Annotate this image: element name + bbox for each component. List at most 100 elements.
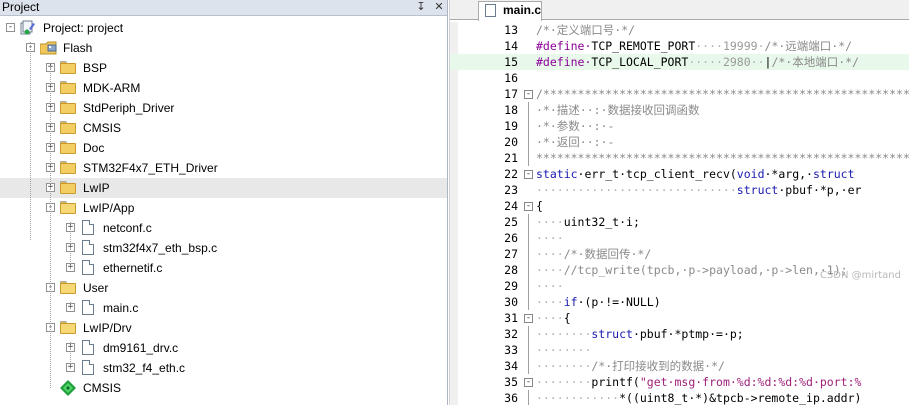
pin-icon[interactable]: ↧	[414, 0, 428, 14]
code-area[interactable]: 13/*·定义端口号·*/14 #define·TCP_REMOTE_PORT··…	[450, 22, 909, 405]
tree-item-stdperiph-driver[interactable]: + StdPeriph_Driver	[0, 98, 447, 118]
code-line[interactable]: 16	[450, 70, 909, 86]
code-line[interactable]: 36 ············*((uint8_t·*)&tpcb->remote…	[450, 390, 909, 405]
line-number: 23	[504, 183, 518, 197]
line-number: 36	[504, 391, 518, 405]
collapse-icon[interactable]: -	[6, 23, 15, 32]
fold-guide	[528, 358, 529, 374]
code-token: /***************************************…	[536, 87, 909, 101]
tree-item-label: LwIP	[83, 181, 110, 195]
code-text: ····	[536, 278, 564, 294]
code-token: ····	[536, 215, 564, 229]
tree-item-label: Project: project	[43, 21, 124, 35]
fold-guide	[528, 294, 529, 310]
tree-item-label: ethernetif.c	[103, 261, 163, 275]
tree-item-flash[interactable]: - Flash	[0, 38, 447, 58]
folder-open-icon	[60, 201, 76, 214]
code-token: ····	[536, 247, 564, 261]
code-line[interactable]: 20 ·*·返回··:·-	[450, 134, 909, 150]
folder-icon	[60, 61, 76, 74]
fold-icon[interactable]: -	[524, 314, 533, 323]
tab-main-c[interactable]: main.c	[478, 1, 542, 21]
code-token: //tcp_write(tpcb,·p->payload,·p->len,·1)…	[563, 263, 848, 277]
tab-label: main.c	[503, 3, 542, 17]
code-text: #define·TCP_LOCAL_PORT·····2980··|/*·本地端…	[536, 54, 859, 70]
code-text: ····	[536, 230, 564, 246]
tree-item-mdk-arm[interactable]: + MDK-ARM	[0, 78, 447, 98]
tree-item-project-project[interactable]: - Project: project	[0, 18, 447, 38]
code-text: /*·定义端口号·*/	[536, 22, 635, 38]
code-token: if	[563, 295, 578, 309]
line-number: 15	[504, 55, 518, 69]
code-line[interactable]: 33 ········	[450, 342, 909, 358]
fold-guide	[528, 278, 529, 294]
tree-item-lwip-app[interactable]: - LwIP/App	[0, 198, 447, 218]
close-icon[interactable]: ✕	[432, 0, 446, 14]
code-text: #define·TCP_REMOTE_PORT····19999·/*·远端端口…	[536, 38, 852, 54]
tree-connector	[50, 66, 51, 388]
code-token: ········	[536, 343, 592, 357]
line-number: 33	[504, 343, 518, 357]
code-line[interactable]: 18 ·*·描述··:·数据接收回调函数	[450, 102, 909, 118]
code-token: /*·数据回传·*/	[563, 247, 652, 261]
tree-item-label: CMSIS	[83, 381, 122, 395]
code-line[interactable]: 17-/************************************…	[450, 86, 909, 102]
code-token: ·*·描述··:·数据接收回调函数	[536, 103, 700, 117]
line-number: 32	[504, 327, 518, 341]
code-line[interactable]: 26 ····	[450, 230, 909, 246]
code-line[interactable]: 21 **************************************…	[450, 150, 909, 166]
tree-item-cmsis[interactable]: CMSIS	[0, 378, 447, 398]
tree-item-user[interactable]: - User	[0, 278, 447, 298]
code-token: ····	[536, 279, 564, 293]
fold-icon[interactable]: -	[524, 90, 533, 99]
code-line[interactable]: 22- static·err_t·tcp_client_recv(void·*ar…	[450, 166, 909, 182]
fold-icon[interactable]: -	[524, 378, 533, 387]
tree-item-dm9161-drv-c[interactable]: + dm9161_drv.c	[0, 338, 447, 358]
code-token: uint32_t·i;	[563, 215, 640, 229]
code-token: printf(	[591, 375, 640, 389]
code-text: ········/*·打印接收到的数据·*/	[536, 358, 725, 374]
code-token: ········	[536, 375, 592, 389]
code-token: "get·msg·from·%d:%d:%d:%d·port:%	[639, 375, 862, 389]
fold-guide	[528, 262, 529, 278]
code-line[interactable]: 19 ·*·参数··:·-	[450, 118, 909, 134]
code-token: /*·定义端口号·*/	[536, 23, 636, 37]
folder-open-icon	[60, 321, 76, 334]
code-line[interactable]: 27 ····/*·数据回传·*/	[450, 246, 909, 262]
tree-item-label: STM32F4x7_ETH_Driver	[83, 161, 218, 175]
code-line[interactable]: 32 ········struct·pbuf·*ptmp·=·p;	[450, 326, 909, 342]
tree-item-label: netconf.c	[103, 221, 152, 235]
code-line[interactable]: 13 /*·定义端口号·*/	[450, 22, 909, 38]
tree-item-netconf-c[interactable]: + netconf.c	[0, 218, 447, 238]
tree-item-ethernetif-c[interactable]: + ethernetif.c	[0, 258, 447, 278]
code-line[interactable]: 23 ·····························struct·pb…	[450, 182, 909, 198]
tree-item-bsp[interactable]: + BSP	[0, 58, 447, 78]
fold-icon[interactable]: -	[524, 170, 533, 179]
code-line[interactable]: 15 #define·TCP_LOCAL_PORT·····2980··|/*·本…	[450, 54, 909, 70]
code-line[interactable]: 34 ········/*·打印接收到的数据·*/	[450, 358, 909, 374]
editor-tab-bar: main.c	[450, 0, 909, 21]
c-file-icon	[82, 300, 94, 315]
code-line[interactable]: 14 #define·TCP_REMOTE_PORT····19999·/*·远端…	[450, 38, 909, 54]
code-line[interactable]: 31- ····{	[450, 310, 909, 326]
tree-item-stm32f4x7-eth-bsp-c[interactable]: + stm32f4x7_eth_bsp.c	[0, 238, 447, 258]
tree-item-cmsis[interactable]: + CMSIS	[0, 118, 447, 138]
fold-icon[interactable]: -	[524, 202, 533, 211]
code-line[interactable]: 25 ····uint32_t·i;	[450, 214, 909, 230]
tree-item-lwip[interactable]: + LwIP	[0, 178, 447, 198]
cmsis-component-icon	[60, 380, 76, 396]
code-line[interactable]: 24-{	[450, 198, 909, 214]
tree-item-main-c[interactable]: + main.c	[0, 298, 447, 318]
code-line[interactable]: 30 ····if·(p·!=·NULL)	[450, 294, 909, 310]
fold-guide	[528, 150, 529, 166]
folder-icon	[60, 121, 76, 134]
tree-item-lwip-drv[interactable]: - LwIP/Drv	[0, 318, 447, 338]
tree-item-doc[interactable]: + Doc	[0, 138, 447, 158]
tree-connector	[70, 342, 71, 368]
fold-guide	[528, 342, 529, 358]
code-line[interactable]: 35- ········printf("get·msg·from·%d:%d:%d…	[450, 374, 909, 390]
tree-item-stm32-f4-eth-c[interactable]: + stm32_f4_eth.c	[0, 358, 447, 378]
fold-guide	[528, 102, 529, 118]
code-token: ········	[536, 359, 592, 373]
tree-item-stm32f4x7-eth-driver[interactable]: + STM32F4x7_ETH_Driver	[0, 158, 447, 178]
